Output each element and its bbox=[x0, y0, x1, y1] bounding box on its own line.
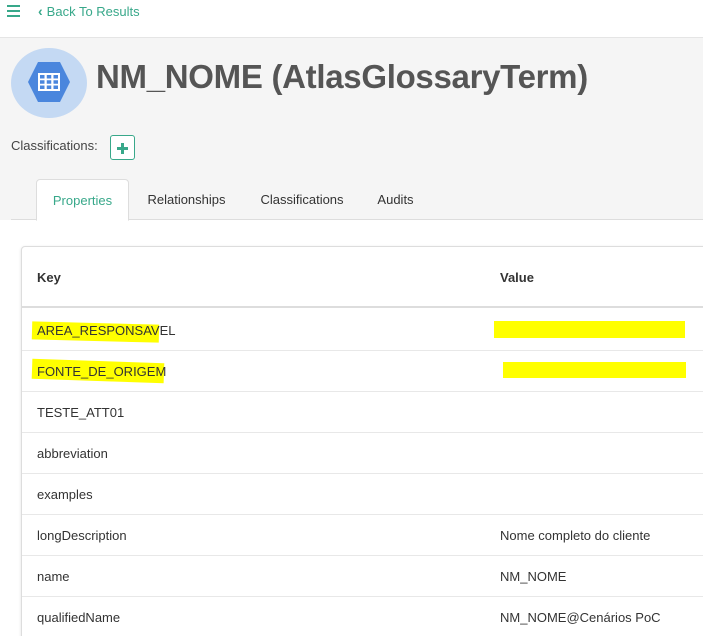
back-to-results-label: Back To Results bbox=[46, 3, 140, 19]
table-row: TESTE_ATT01 bbox=[22, 392, 703, 433]
row-key: examples bbox=[37, 487, 93, 502]
classifications-label: Classifications: bbox=[11, 138, 98, 153]
add-classification-button[interactable] bbox=[110, 135, 135, 160]
row-value: Nome completo do cliente bbox=[500, 528, 651, 543]
entity-title: NM_NOME (AtlasGlossaryTerm) bbox=[96, 58, 588, 95]
key-column-header: Key bbox=[37, 270, 61, 285]
value-column-header: Value bbox=[500, 270, 534, 285]
properties-table: Key Value AREA_RESPONSAVEL FONTE_DE_ORIG… bbox=[21, 246, 703, 636]
table-row: examples bbox=[22, 474, 703, 515]
row-value: NM_NOME bbox=[500, 569, 567, 584]
row-value: NM_NOME@Cenários PoC bbox=[500, 610, 661, 625]
table-grid-icon bbox=[11, 48, 87, 118]
row-key: abbreviation bbox=[37, 446, 108, 461]
table-header: Key Value bbox=[22, 247, 703, 308]
row-key: longDescription bbox=[37, 528, 127, 543]
tab-bar: Properties Relationships Classifications… bbox=[11, 179, 703, 221]
row-key: FONTE_DE_ORIGEM bbox=[37, 364, 167, 379]
table-row: qualifiedName NM_NOME@Cenários PoC bbox=[22, 597, 703, 636]
tab-classifications[interactable]: Classifications bbox=[251, 179, 353, 220]
row-key: name bbox=[37, 569, 70, 584]
table-row: AREA_RESPONSAVEL bbox=[22, 310, 703, 351]
tab-relationships[interactable]: Relationships bbox=[136, 179, 237, 220]
chevron-left-icon: ‹ bbox=[38, 3, 43, 19]
top-bar: ‹ Back To Results bbox=[0, 0, 703, 38]
tab-audits[interactable]: Audits bbox=[367, 179, 424, 220]
hamburger-icon[interactable] bbox=[7, 5, 20, 17]
table-row: abbreviation bbox=[22, 433, 703, 474]
row-key: qualifiedName bbox=[37, 610, 121, 625]
table-row: name NM_NOME bbox=[22, 556, 703, 597]
entity-header: NM_NOME (AtlasGlossaryTerm) Classificati… bbox=[0, 38, 703, 221]
row-key: AREA_RESPONSAVEL bbox=[37, 323, 176, 338]
table-row: FONTE_DE_ORIGEM bbox=[22, 351, 703, 392]
table-row: longDescription Nome completo do cliente bbox=[22, 515, 703, 556]
row-key: TESTE_ATT01 bbox=[37, 405, 125, 420]
back-to-results-link[interactable]: ‹ Back To Results bbox=[38, 3, 140, 19]
tab-properties[interactable]: Properties bbox=[36, 179, 129, 221]
